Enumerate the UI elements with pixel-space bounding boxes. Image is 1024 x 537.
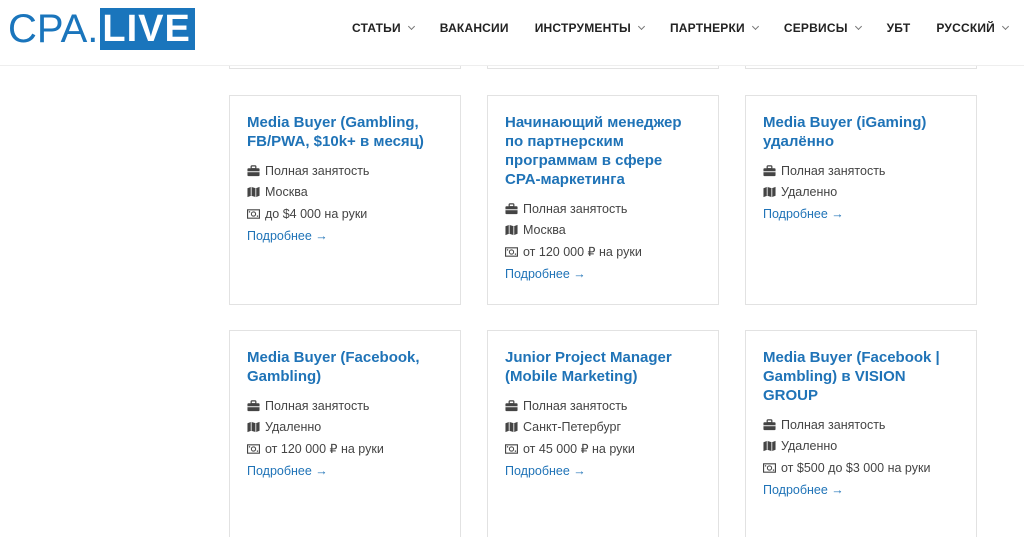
more-link[interactable]: Подробнее → [505,263,701,285]
job-location-text: Санкт-Петербург [523,420,622,435]
job-location: Удаленно [763,436,959,458]
job-employment-text: Полная занятость [781,417,886,432]
map-icon [763,440,776,452]
money-icon [247,208,260,220]
nav-item-label: СЕРВИСЫ [783,21,848,35]
job-employment-text: Полная занятость [523,398,628,413]
nav-item-services[interactable]: СЕРВИСЫ [783,21,862,35]
map-icon [763,186,776,198]
job-salary-text: от 45 000 ₽ на руки [523,442,635,457]
job-salary: от 120 000 ₽ на руки [247,438,443,460]
site-header: CPA. LIVE СТАТЬИ ВАКАНСИИ ИНСТРУМЕНТЫ ПА… [0,0,1024,66]
job-location-text: Удаленно [265,420,322,435]
more-link[interactable]: Подробнее → [763,479,959,501]
job-card: Media Buyer (Gambling, FB/PWA, $10k+ в м… [229,95,461,305]
job-salary-text: до $4 000 на руки [265,206,368,221]
job-card: Junior Project Manager (Mobile Marketing… [487,330,719,537]
nav-item-label: ИНСТРУМЕНТЫ [534,21,631,35]
job-location-text: Удаленно [781,439,838,454]
chevron-down-icon [1001,22,1010,30]
job-salary: от 45 000 ₽ на руки [505,438,701,460]
job-card: Media Buyer (Facebook | Gambling) в VISI… [745,330,977,537]
briefcase-icon [505,400,518,412]
job-salary-text: от 120 000 ₽ на руки [265,442,384,457]
map-icon [247,186,260,198]
job-title[interactable]: Media Buyer (iGaming) удалённо [763,113,959,151]
nav-item-label: РУССКИЙ [936,21,995,35]
map-icon [505,421,518,433]
job-employment-text: Полная занятость [265,163,370,178]
job-location-text: Москва [265,185,308,200]
logo-cpa-text: CPA. [8,7,99,51]
more-link[interactable]: Подробнее → [247,225,443,247]
map-icon [247,421,260,433]
nav-item-label: УБТ [886,21,911,35]
briefcase-icon [247,165,260,177]
job-salary: до $4 000 на руки [247,203,443,225]
nav-item-label: ПАРТНЕРКИ [669,21,745,35]
job-employment: Полная занятость [247,395,443,417]
briefcase-icon [247,400,260,412]
job-salary: от 120 000 ₽ на руки [505,241,701,263]
job-title[interactable]: Media Buyer (Facebook, Gambling) [247,348,443,386]
job-title[interactable]: Media Buyer (Facebook | Gambling) в VISI… [763,348,959,405]
job-card: Media Buyer (Facebook, Gambling) Полная … [229,330,461,537]
money-icon [505,246,518,258]
money-icon [505,443,518,455]
job-salary-text: от $500 до $3 000 на руки [781,460,931,475]
logo-live-text: LIVE [100,8,195,50]
nav-item-partners[interactable]: ПАРТНЕРКИ [669,21,759,35]
briefcase-icon [763,419,776,431]
job-card: Начинающий менеджер по партнерским прогр… [487,95,719,305]
job-location: Москва [505,220,701,242]
job-card: Media Buyer (iGaming) удалённо Полная за… [745,95,977,305]
job-title[interactable]: Junior Project Manager (Mobile Marketing… [505,348,701,386]
more-link[interactable]: Подробнее → [247,460,443,482]
nav-item-tools[interactable]: ИНСТРУМЕНТЫ [534,21,646,35]
job-location: Москва [247,182,443,204]
job-salary-text: от 120 000 ₽ на руки [523,245,642,260]
job-employment-text: Полная занятость [265,398,370,413]
job-location: Санкт-Петербург [505,417,701,439]
briefcase-icon [763,165,776,177]
nav-item-ubt[interactable]: УБТ [887,21,911,35]
job-employment: Полная занятость [505,198,701,220]
job-title[interactable]: Начинающий менеджер по партнерским прогр… [505,113,701,189]
nav-item-vacancies[interactable]: ВАКАНСИИ [440,21,509,35]
job-employment: Полная занятость [763,160,959,182]
main-nav: СТАТЬИ ВАКАНСИИ ИНСТРУМЕНТЫ ПАРТНЕРКИ СЕ… [352,0,1010,56]
money-icon [763,462,776,474]
job-employment: Полная занятость [763,414,959,436]
chevron-down-icon [854,22,862,30]
map-icon [505,224,518,236]
more-link[interactable]: Подробнее → [763,203,959,225]
chevron-down-icon [637,22,646,30]
job-employment-text: Полная занятость [523,201,628,216]
job-salary: от $500 до $3 000 на руки [763,457,959,479]
nav-item-language[interactable]: РУССКИЙ [936,21,1010,35]
chevron-down-icon [751,22,759,30]
site-logo[interactable]: CPA. LIVE [8,8,195,50]
job-location: Удаленно [763,182,959,204]
money-icon [247,443,260,455]
job-location-text: Москва [523,223,566,238]
nav-item-label: ВАКАНСИИ [439,21,509,35]
chevron-down-icon [407,22,415,30]
more-link[interactable]: Подробнее → [505,460,701,482]
nav-item-articles[interactable]: СТАТЬИ [352,21,415,35]
job-location-text: Удаленно [781,185,838,200]
job-employment: Полная занятость [247,160,443,182]
briefcase-icon [505,203,518,215]
job-employment-text: Полная занятость [781,163,886,178]
job-location: Удаленно [247,417,443,439]
nav-item-label: СТАТЬИ [352,21,401,35]
job-title[interactable]: Media Buyer (Gambling, FB/PWA, $10k+ в м… [247,113,443,151]
job-employment: Полная занятость [505,395,701,417]
